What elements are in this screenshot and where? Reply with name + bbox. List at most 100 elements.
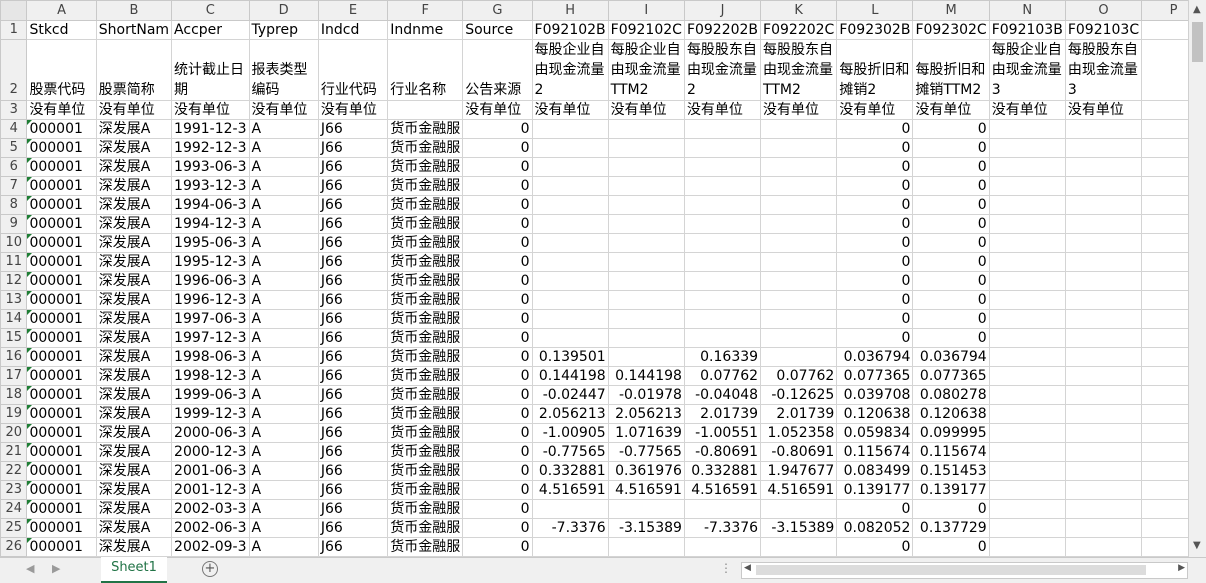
cell[interactable]: 1996-06-3 bbox=[171, 271, 250, 291]
cell[interactable]: J66 bbox=[317, 461, 389, 481]
row-header[interactable]: 25 bbox=[0, 518, 28, 538]
cell[interactable] bbox=[760, 328, 838, 348]
cell[interactable]: 0.036794 bbox=[912, 347, 990, 367]
cell[interactable] bbox=[1064, 119, 1143, 139]
cell[interactable] bbox=[988, 366, 1066, 386]
cell[interactable] bbox=[760, 119, 838, 139]
cell[interactable]: 0 bbox=[836, 309, 914, 329]
cell[interactable]: 2001-12-3 bbox=[171, 480, 250, 500]
cell[interactable]: J66 bbox=[317, 404, 389, 424]
cell[interactable]: 货币金融服 bbox=[387, 157, 464, 177]
cell[interactable] bbox=[1064, 537, 1143, 557]
cell[interactable]: A bbox=[248, 366, 319, 386]
cell[interactable] bbox=[683, 537, 762, 557]
cell[interactable]: A bbox=[248, 271, 319, 291]
row-header[interactable]: 15 bbox=[0, 328, 28, 348]
cell[interactable]: 2002-06-3 bbox=[171, 518, 250, 538]
tab-next-icon[interactable]: ▶ bbox=[52, 562, 60, 575]
sheet-tab-sheet1[interactable]: Sheet1 bbox=[101, 557, 167, 583]
cell[interactable]: -7.3376 bbox=[683, 518, 762, 538]
cell[interactable]: 0.080278 bbox=[912, 385, 990, 405]
cell[interactable]: 0 bbox=[912, 271, 990, 291]
cell[interactable]: 0 bbox=[462, 537, 533, 557]
cell[interactable]: 2.01739 bbox=[683, 404, 762, 424]
cell[interactable]: J66 bbox=[317, 328, 389, 348]
cell[interactable]: 0 bbox=[836, 537, 914, 557]
cell[interactable]: -0.80691 bbox=[683, 442, 762, 462]
cell[interactable]: 每股企业自由现金流量TTM2 bbox=[607, 39, 685, 101]
row-header[interactable]: 22 bbox=[0, 461, 28, 481]
column-header-e[interactable]: E bbox=[317, 0, 389, 21]
cell[interactable] bbox=[1064, 195, 1143, 215]
cell[interactable]: 货币金融服 bbox=[387, 518, 464, 538]
cell[interactable]: 每股企业自由现金流量3 bbox=[988, 39, 1066, 101]
column-header-d[interactable]: D bbox=[248, 0, 319, 21]
cell[interactable]: 没有单位 bbox=[1064, 100, 1143, 120]
cell[interactable]: 0 bbox=[462, 423, 533, 443]
cell[interactable]: ShortNam bbox=[95, 20, 173, 40]
cell[interactable]: 000001 bbox=[26, 347, 97, 367]
cell[interactable]: A bbox=[248, 518, 319, 538]
cell[interactable]: 2002-03-3 bbox=[171, 499, 250, 519]
cell[interactable]: 0 bbox=[462, 176, 533, 196]
cell[interactable]: 货币金融服 bbox=[387, 366, 464, 386]
cell[interactable]: 深发展A bbox=[95, 176, 173, 196]
cell[interactable]: 深发展A bbox=[95, 119, 173, 139]
cell[interactable]: 000001 bbox=[26, 176, 97, 196]
cell[interactable]: 货币金融服 bbox=[387, 214, 464, 234]
row-header[interactable]: 4 bbox=[0, 119, 28, 139]
cell[interactable]: 0 bbox=[462, 309, 533, 329]
cell[interactable]: 2000-06-3 bbox=[171, 423, 250, 443]
cell[interactable]: 1993-06-3 bbox=[171, 157, 250, 177]
cell[interactable]: 0 bbox=[912, 499, 990, 519]
cell[interactable]: J66 bbox=[317, 347, 389, 367]
cell[interactable]: 每股折旧和摊销2 bbox=[836, 39, 914, 101]
cell[interactable]: 深发展A bbox=[95, 214, 173, 234]
splitter-dots-icon[interactable]: ⋮ bbox=[720, 561, 732, 575]
tab-prev-icon[interactable]: ◀ bbox=[26, 562, 34, 575]
column-header-g[interactable]: G bbox=[462, 0, 533, 21]
cell[interactable]: 1991-12-3 bbox=[171, 119, 250, 139]
cell[interactable]: J66 bbox=[317, 195, 389, 215]
cell[interactable]: 0 bbox=[912, 214, 990, 234]
cell[interactable]: 深发展A bbox=[95, 366, 173, 386]
cell[interactable] bbox=[607, 499, 685, 519]
cell[interactable]: 深发展A bbox=[95, 442, 173, 462]
cell[interactable]: 0.083499 bbox=[836, 461, 914, 481]
row-header[interactable]: 26 bbox=[0, 537, 28, 557]
cell[interactable] bbox=[1064, 233, 1143, 253]
cell[interactable]: 0 bbox=[912, 138, 990, 158]
cell[interactable]: 2.056213 bbox=[607, 404, 685, 424]
row-header[interactable]: 10 bbox=[0, 233, 28, 253]
cell[interactable]: 0 bbox=[912, 328, 990, 348]
cell[interactable] bbox=[760, 176, 838, 196]
cell[interactable]: J66 bbox=[317, 309, 389, 329]
cell[interactable] bbox=[531, 537, 609, 557]
cell[interactable] bbox=[531, 195, 609, 215]
cell[interactable] bbox=[760, 499, 838, 519]
cell[interactable]: A bbox=[248, 404, 319, 424]
cell[interactable] bbox=[760, 157, 838, 177]
cell[interactable]: 1994-12-3 bbox=[171, 214, 250, 234]
cell[interactable]: 000001 bbox=[26, 385, 97, 405]
cell[interactable]: 没有单位 bbox=[171, 100, 250, 120]
row-header[interactable]: 24 bbox=[0, 499, 28, 519]
cell[interactable] bbox=[607, 119, 685, 139]
cell[interactable]: 报表类型编码 bbox=[248, 39, 319, 101]
cell[interactable]: F092103B bbox=[988, 20, 1066, 40]
cell[interactable] bbox=[683, 157, 762, 177]
cell[interactable] bbox=[531, 138, 609, 158]
cell[interactable]: 000001 bbox=[26, 252, 97, 272]
cell[interactable]: 0 bbox=[462, 214, 533, 234]
cell[interactable] bbox=[988, 442, 1066, 462]
cell[interactable]: 0 bbox=[462, 442, 533, 462]
cell[interactable]: 行业代码 bbox=[317, 39, 389, 101]
cell[interactable]: 公告来源 bbox=[462, 39, 533, 101]
cell[interactable] bbox=[683, 290, 762, 310]
cell[interactable] bbox=[607, 252, 685, 272]
cell[interactable]: 深发展A bbox=[95, 195, 173, 215]
cell[interactable]: A bbox=[248, 461, 319, 481]
cell[interactable]: 000001 bbox=[26, 233, 97, 253]
cell[interactable]: 0 bbox=[462, 195, 533, 215]
cell[interactable]: 000001 bbox=[26, 309, 97, 329]
